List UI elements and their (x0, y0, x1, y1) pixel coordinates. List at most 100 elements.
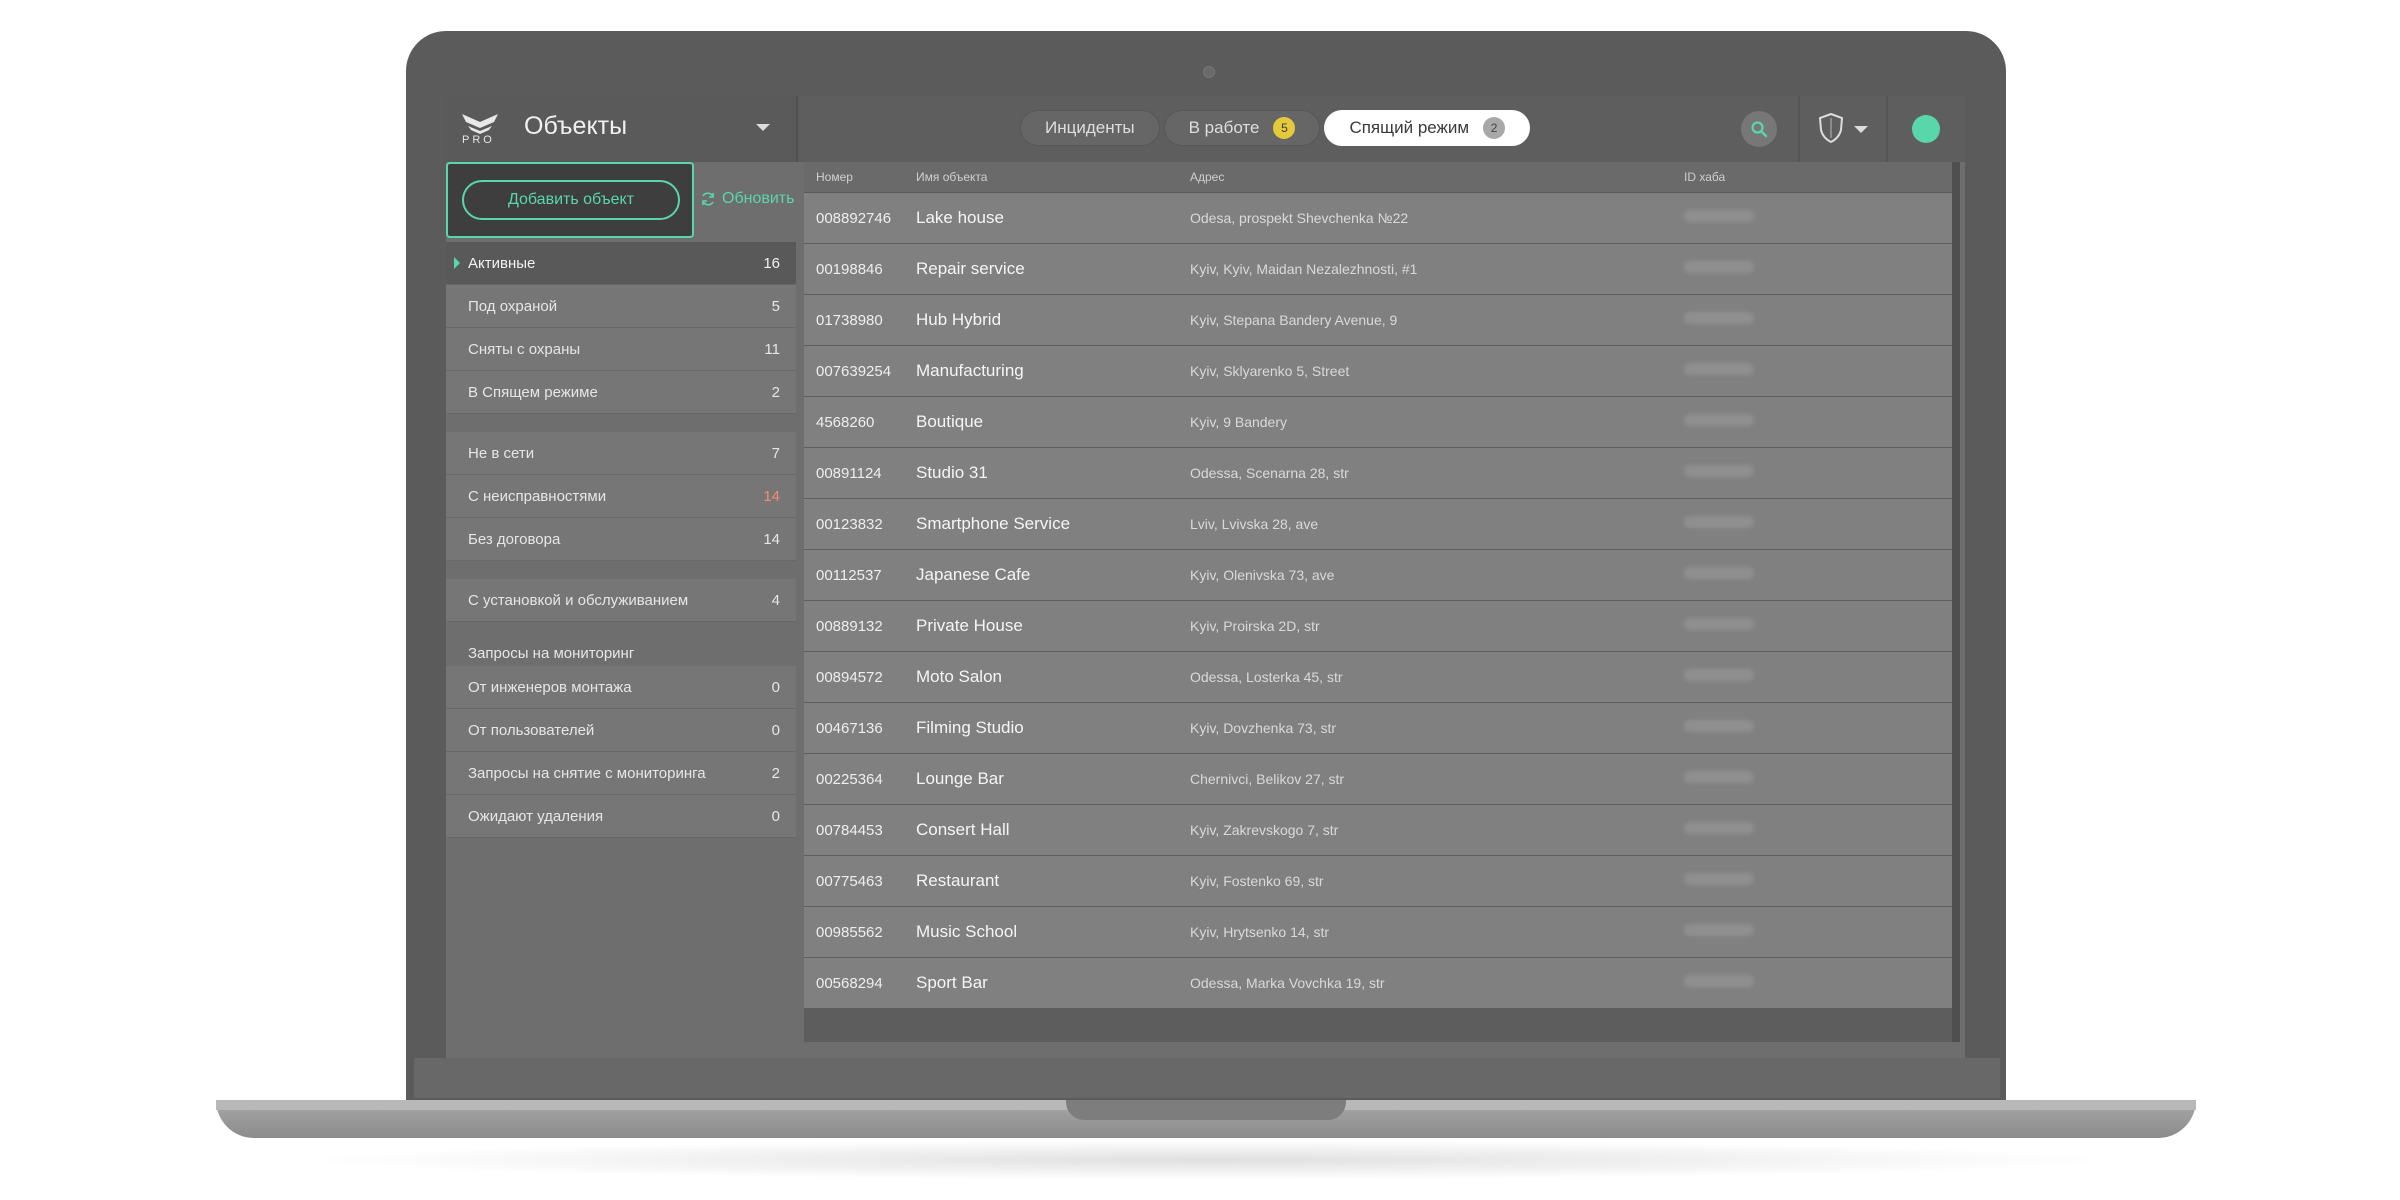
object-number: 008892746 (816, 209, 892, 227)
table-row[interactable]: 00784453 Consert Hall Kyiv, Zakrevskogo 7,… (804, 805, 1952, 856)
table-row[interactable]: 00889132 Private House Kyiv, Proirska 2D, … (804, 601, 1952, 652)
chevron-down-icon[interactable] (1854, 126, 1868, 133)
object-address: Kyiv, 9 Bandery (1190, 414, 1288, 430)
hub-id-redacted (1684, 873, 1754, 885)
hub-id-cell (1684, 515, 1944, 533)
object-name: Hub Hybrid (916, 310, 1002, 329)
tab-label: В работе (1188, 118, 1260, 137)
sidebar-item-count: 14 (763, 487, 780, 505)
chevron-down-icon[interactable] (756, 124, 770, 131)
table-body: 008892746 Lake house Odesa, prospekt Shevc… (804, 193, 1952, 1009)
camera-icon (1203, 66, 1215, 78)
tab-label: Спящий режим (1349, 118, 1470, 137)
hub-id-cell (1684, 668, 1944, 686)
object-number: 00775463 (816, 872, 883, 890)
screen-bezel-bottom (414, 1058, 2000, 1098)
table-row[interactable]: 00775463 Restaurant Kyiv, Fostenko 69, str (804, 856, 1952, 907)
scrollbar[interactable] (1952, 162, 1960, 1042)
table-header: Номер Имя объекта Адрес ID хаба (804, 162, 1952, 193)
object-address: Odessa, Losterka 45, str (1190, 669, 1343, 685)
add-object-button[interactable]: Добавить объект (462, 180, 680, 220)
table-row[interactable]: 00198846 Repair service Kyiv, Kyiv, Maidan… (804, 244, 1952, 295)
object-name: Private House (916, 616, 1023, 635)
sidebar-item-malfunctions[interactable]: С неисправностями 14 (446, 475, 796, 518)
hub-id-cell (1684, 464, 1944, 482)
hub-id-cell (1684, 260, 1944, 278)
refresh-button[interactable]: Обновить (700, 190, 794, 208)
object-number: 00889132 (816, 617, 883, 635)
refresh-label: Обновить (722, 190, 795, 207)
shield-icon[interactable] (1818, 112, 1844, 144)
table-row[interactable]: 00891124 Studio 31 Odessa, Scenarna 28, st… (804, 448, 1952, 499)
sidebar-item-removal-requests[interactable]: Запросы на снятие с мониторинга 2 (446, 752, 796, 795)
object-number: 00225364 (816, 770, 883, 788)
search-button[interactable] (1741, 111, 1777, 147)
tab-in-progress[interactable]: В работе 5 (1163, 110, 1321, 146)
sidebar-item-count: 14 (763, 530, 780, 548)
object-address: Kyiv, Stepana Bandery Avenue, 9 (1190, 312, 1398, 328)
hub-id-cell (1684, 923, 1944, 941)
tab-label: Инциденты (1045, 118, 1135, 137)
hub-id-cell (1684, 821, 1944, 839)
hub-id-redacted (1684, 618, 1754, 630)
brand-area[interactable]: PRO Объекты (446, 96, 798, 162)
table-row[interactable]: 00894572 Moto Salon Odessa, Losterka 45, s… (804, 652, 1952, 703)
object-name: Smartphone Service (916, 514, 1071, 533)
hub-id-redacted (1684, 567, 1754, 579)
table-row[interactable]: 00123832 Smartphone Service Lviv, Lvivska … (804, 499, 1952, 550)
sidebar-item-sleep-mode[interactable]: В Спящем режиме 2 (446, 371, 796, 414)
hub-id-cell (1684, 209, 1944, 227)
object-address: Chernivci, Belikov 27, str (1190, 771, 1345, 787)
tab-sleep-mode[interactable]: Спящий режим 2 (1324, 110, 1531, 146)
sidebar-item-label: От инженеров монтажа (468, 678, 632, 696)
object-address: Kyiv, Sklyarenko 5, Street (1190, 363, 1350, 379)
object-address: Kyiv, Hrytsenko 14, str (1190, 924, 1330, 940)
sidebar-item-disarmed[interactable]: Сняты с охраны 11 (446, 328, 796, 371)
object-address: Odessa, Scenarna 28, str (1190, 465, 1349, 481)
sidebar-item-from-installers[interactable]: От инженеров монтажа 0 (446, 666, 796, 709)
sidebar-item-awaiting-deletion[interactable]: Ожидают удаления 0 (446, 795, 796, 838)
sidebar-item-label: Запросы на снятие с мониторинга (468, 764, 706, 782)
sidebar-item-count: 2 (771, 764, 780, 782)
hub-id-redacted (1684, 312, 1754, 324)
object-address: Kyiv, Proirska 2D, str (1190, 618, 1320, 634)
hub-id-redacted (1684, 924, 1754, 936)
tab-bar: Инциденты В работе 5 Спящий режим 2 (1020, 110, 1531, 148)
table-row[interactable]: 4568260 Boutique Kyiv, 9 Bandery (804, 397, 1952, 448)
column-header-number[interactable]: Номер (804, 170, 916, 184)
hub-id-redacted (1684, 669, 1754, 681)
status-indicator[interactable] (1912, 115, 1940, 143)
sidebar-item-label: С установкой и обслуживанием (468, 591, 689, 609)
sidebar-item-label: От пользователей (468, 721, 595, 739)
table-row[interactable]: 00985562 Music School Kyiv, Hrytsenko 14, … (804, 907, 1952, 958)
table-row[interactable]: 00225364 Lounge Bar Chernivci, Belikov 27,… (804, 754, 1952, 805)
column-header-address[interactable]: Адрес (1190, 170, 1684, 184)
sidebar-item-from-users[interactable]: От пользователей 0 (446, 709, 796, 752)
laptop-notch (1066, 1100, 1346, 1120)
tab-incidents[interactable]: Инциденты (1020, 110, 1160, 146)
object-address: Odessa, Marka Vovchka 19, str (1190, 975, 1385, 991)
sidebar-item-offline[interactable]: Не в сети 7 (446, 432, 796, 475)
sidebar-item-label: С неисправностями (468, 487, 607, 505)
object-address: Kyiv, Olenivska 73, ave (1190, 567, 1335, 583)
column-header-hub-id[interactable]: ID хаба (1684, 170, 1944, 184)
sidebar-item-installation-service[interactable]: С установкой и обслуживанием 4 (446, 579, 796, 622)
table-row[interactable]: 00467136 Filming Studio Kyiv, Dovzhenka 73… (804, 703, 1952, 754)
table-row[interactable]: 007639254 Manufacturing Kyiv, Sklyarenko 5… (804, 346, 1952, 397)
column-header-name[interactable]: Имя объекта (916, 170, 1190, 184)
hub-id-redacted (1684, 822, 1754, 834)
sidebar-item-active[interactable]: Активные 16 (446, 242, 796, 285)
sidebar-item-armed[interactable]: Под охраной 5 (446, 285, 796, 328)
sidebar-item-count: 0 (771, 678, 780, 696)
object-name: Moto Salon (916, 667, 1002, 686)
filter-list: Активные 16 Под охраной 5 Сняты с охраны… (446, 242, 796, 838)
sidebar-item-no-contract[interactable]: Без договора 14 (446, 518, 796, 561)
table-row[interactable]: 00568294 Sport Bar Odessa, Marka Vovchka 1… (804, 958, 1952, 1009)
table-row[interactable]: 01738980 Hub Hybrid Kyiv, Stepana Bandery … (804, 295, 1952, 346)
object-address: Kyiv, Kyiv, Maidan Nezalezhnosti, #1 (1190, 261, 1418, 277)
table-row[interactable]: 00112537 Japanese Cafe Kyiv, Olenivska 73,… (804, 550, 1952, 601)
object-name: Restaurant (916, 871, 1000, 890)
table-row[interactable]: 008892746 Lake house Odesa, prospekt Shevc… (804, 193, 1952, 244)
